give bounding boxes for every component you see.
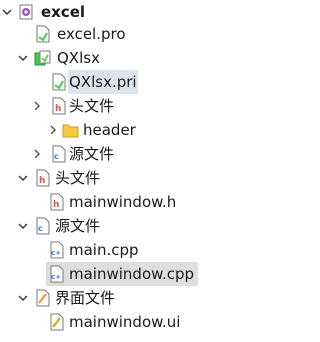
tree-item-label: 源文件 bbox=[69, 145, 115, 163]
chevron-down-icon[interactable] bbox=[16, 166, 30, 190]
tree-item-sources[interactable]: c 源文件 bbox=[0, 214, 224, 238]
tree-item-label: mainwindow.ui bbox=[69, 313, 181, 331]
svg-text:c+: c+ bbox=[51, 249, 61, 257]
chevron-down-icon[interactable] bbox=[16, 214, 30, 238]
tree-item-label: QXlsx.pri bbox=[68, 70, 138, 94]
tree-item-excel-pro[interactable]: excel.pro bbox=[0, 22, 224, 46]
svg-text:h: h bbox=[53, 200, 59, 210]
tree-item-label: main.cpp bbox=[69, 241, 139, 259]
tree-item-sources-qxlsx[interactable]: c 源文件 bbox=[0, 142, 224, 166]
header-folder-icon: h bbox=[34, 169, 52, 187]
source-folder-icon: c bbox=[50, 145, 68, 163]
chevron-down-icon[interactable] bbox=[0, 0, 14, 24]
chevron-right-icon[interactable] bbox=[46, 118, 60, 142]
tree-item-label: excel bbox=[41, 3, 86, 21]
cpp-file-icon: c+ bbox=[48, 265, 66, 283]
tree-item-mainwindow-ui[interactable]: mainwindow.ui bbox=[0, 310, 224, 334]
qt-project-icon bbox=[18, 3, 36, 21]
tree-item-label: 界面文件 bbox=[55, 289, 116, 307]
header-folder-icon: h bbox=[50, 97, 68, 115]
svg-text:h: h bbox=[55, 104, 61, 114]
tree-item-label: 头文件 bbox=[69, 97, 115, 115]
svg-text:c: c bbox=[38, 224, 43, 233]
project-tree: excel excel.pro QXlsx QXlsx.pri h 头文件 he… bbox=[0, 0, 224, 342]
tree-item-mainwindow-cpp[interactable]: c+ mainwindow.cpp bbox=[0, 262, 224, 286]
ui-file-icon bbox=[48, 313, 66, 331]
tree-item-headers-qxlsx[interactable]: h 头文件 bbox=[0, 94, 224, 118]
svg-text:h: h bbox=[39, 176, 45, 186]
tree-item-label: header bbox=[83, 121, 136, 139]
forms-folder-icon bbox=[34, 289, 52, 307]
tree-item-excel[interactable]: excel bbox=[0, 0, 224, 24]
qt-subproject-icon bbox=[34, 49, 52, 67]
chevron-down-icon[interactable] bbox=[16, 46, 30, 70]
tree-item-label: 源文件 bbox=[55, 217, 101, 235]
tree-item-header-folder[interactable]: header bbox=[0, 118, 224, 142]
pro-file-icon bbox=[34, 25, 52, 43]
chevron-down-icon[interactable] bbox=[16, 286, 30, 310]
svg-text:c+: c+ bbox=[51, 273, 61, 281]
svg-text:c: c bbox=[54, 152, 59, 161]
tree-item-label: excel.pro bbox=[57, 25, 126, 43]
tree-item-label: 头文件 bbox=[55, 169, 101, 187]
tree-item-headers[interactable]: h 头文件 bbox=[0, 166, 224, 190]
folder-icon bbox=[62, 121, 80, 139]
tree-item-forms[interactable]: 界面文件 bbox=[0, 286, 224, 310]
tree-item-label: QXlsx bbox=[57, 49, 100, 67]
tree-item-label: mainwindow.cpp bbox=[69, 265, 195, 283]
chevron-right-icon[interactable] bbox=[30, 142, 44, 166]
tree-item-mainwindow-h[interactable]: h mainwindow.h bbox=[0, 190, 224, 214]
chevron-right-icon[interactable] bbox=[30, 94, 44, 118]
cpp-file-icon: c+ bbox=[48, 241, 66, 259]
source-folder-icon: c bbox=[34, 217, 52, 235]
tree-item-qxlsx[interactable]: QXlsx bbox=[0, 46, 224, 70]
pri-file-icon bbox=[50, 73, 68, 91]
tree-item-label: mainwindow.h bbox=[69, 193, 177, 211]
tree-item-main-cpp[interactable]: c+ main.cpp bbox=[0, 238, 224, 262]
tree-item-qxlsx-pri[interactable]: QXlsx.pri bbox=[0, 70, 224, 94]
h-file-icon: h bbox=[48, 193, 66, 211]
